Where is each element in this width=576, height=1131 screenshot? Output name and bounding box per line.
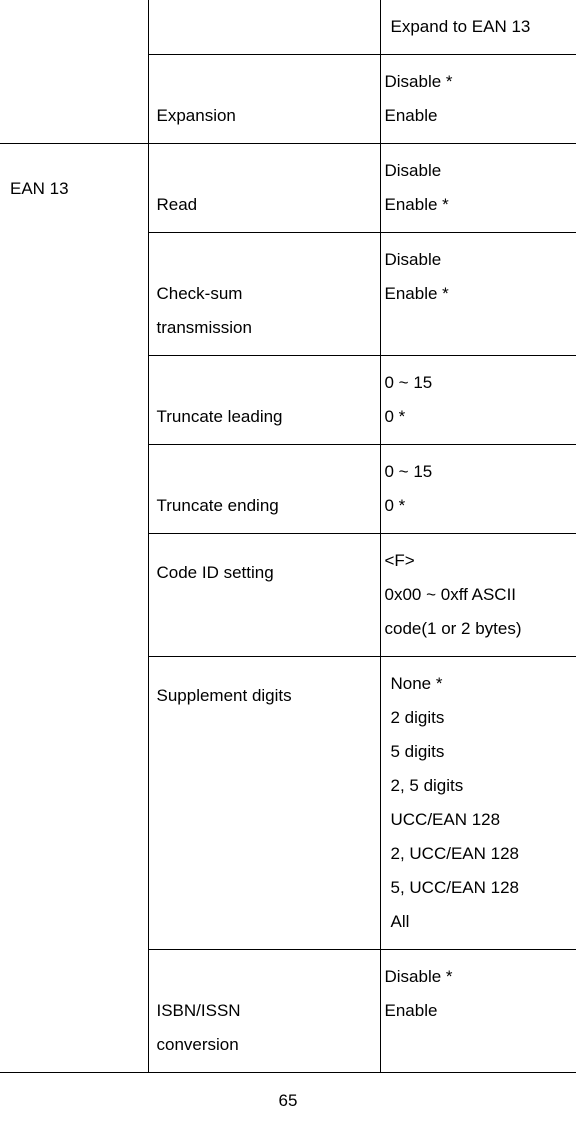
setting-label	[149, 0, 380, 20]
option: Enable	[385, 994, 575, 1028]
setting-label-line: ISBN/ISSN	[157, 994, 372, 1028]
setting-label-line: conversion	[157, 1028, 372, 1062]
page-number: 65	[0, 1073, 576, 1111]
setting-label: ISBN/ISSNconversion	[149, 950, 380, 1072]
setting-label-line: transmission	[157, 311, 372, 345]
option: Disable *	[385, 65, 575, 99]
option: 0 ~ 15	[385, 366, 575, 400]
option: 5, UCC/EAN 128	[385, 871, 575, 905]
setting-label: Code ID setting	[149, 534, 380, 600]
options-cell: Disable *Enable	[380, 55, 576, 144]
group-name: EAN 13	[0, 144, 148, 216]
options-cell: Expand to EAN 13	[380, 0, 576, 55]
option: Enable *	[385, 188, 575, 222]
setting-label-cell: Truncate ending	[148, 445, 380, 534]
option: All	[385, 905, 575, 939]
setting-label: Truncate leading	[149, 356, 380, 444]
option: None *	[385, 667, 575, 701]
setting-label-line: Check-sum	[157, 277, 372, 311]
options-cell: Disable *Enable	[380, 950, 576, 1073]
option: 0 ~ 15	[385, 455, 575, 489]
options-cell: DisableEnable *	[380, 233, 576, 356]
option: <F>	[385, 544, 575, 578]
options-cell: None *2 digits5 digits2, 5 digitsUCC/EAN…	[380, 657, 576, 950]
options-cell: 0 ~ 150 *	[380, 356, 576, 445]
option: 0 *	[385, 400, 575, 434]
setting-label: Supplement digits	[149, 657, 380, 723]
options: 0 ~ 150 *	[381, 356, 576, 444]
setting-label-cell: Check-sumtransmission	[148, 233, 380, 356]
option: 2 digits	[385, 701, 575, 735]
options: Disable *Enable	[381, 950, 576, 1038]
page: Expand to EAN 13ExpansionDisable *Enable…	[0, 0, 576, 1131]
option: 2, UCC/EAN 128	[385, 837, 575, 871]
options: 0 ~ 150 *	[381, 445, 576, 533]
option: 2, 5 digits	[385, 769, 575, 803]
option: Disable *	[385, 960, 575, 994]
setting-label-cell: Supplement digits	[148, 657, 380, 950]
setting-label: Check-sumtransmission	[149, 233, 380, 355]
group-name-cell: EAN 13	[0, 144, 148, 1073]
setting-label: Truncate ending	[149, 445, 380, 533]
setting-label-cell: ISBN/ISSNconversion	[148, 950, 380, 1073]
option: Expand to EAN 13	[385, 10, 575, 44]
options-cell: 0 ~ 150 *	[380, 445, 576, 534]
option: 5 digits	[385, 735, 575, 769]
setting-label-cell: Code ID setting	[148, 534, 380, 657]
options: None *2 digits5 digits2, 5 digitsUCC/EAN…	[381, 657, 576, 949]
options: DisableEnable *	[381, 144, 576, 232]
option: Disable	[385, 154, 575, 188]
options-cell: DisableEnable *	[380, 144, 576, 233]
setting-label: Expansion	[149, 55, 380, 143]
setting-label-cell	[148, 0, 380, 55]
options-cell: <F>0x00 ~ 0xff ASCIIcode(1 or 2 bytes)	[380, 534, 576, 657]
option: 0 *	[385, 489, 575, 523]
option: UCC/EAN 128	[385, 803, 575, 837]
option: Disable	[385, 243, 575, 277]
options: Expand to EAN 13	[381, 0, 576, 54]
option: 0x00 ~ 0xff ASCII	[385, 578, 575, 612]
options: DisableEnable *	[381, 233, 576, 321]
group-name	[0, 0, 148, 38]
option: code(1 or 2 bytes)	[385, 612, 575, 646]
options: <F>0x00 ~ 0xff ASCIIcode(1 or 2 bytes)	[381, 534, 576, 656]
setting-label: Read	[149, 144, 380, 232]
setting-label-cell: Read	[148, 144, 380, 233]
option: Enable	[385, 99, 575, 133]
spec-table: Expand to EAN 13ExpansionDisable *Enable…	[0, 0, 576, 1073]
setting-label-cell: Expansion	[148, 55, 380, 144]
option: Enable *	[385, 277, 575, 311]
group-name-cell	[0, 0, 148, 144]
options: Disable *Enable	[381, 55, 576, 143]
setting-label-cell: Truncate leading	[148, 356, 380, 445]
